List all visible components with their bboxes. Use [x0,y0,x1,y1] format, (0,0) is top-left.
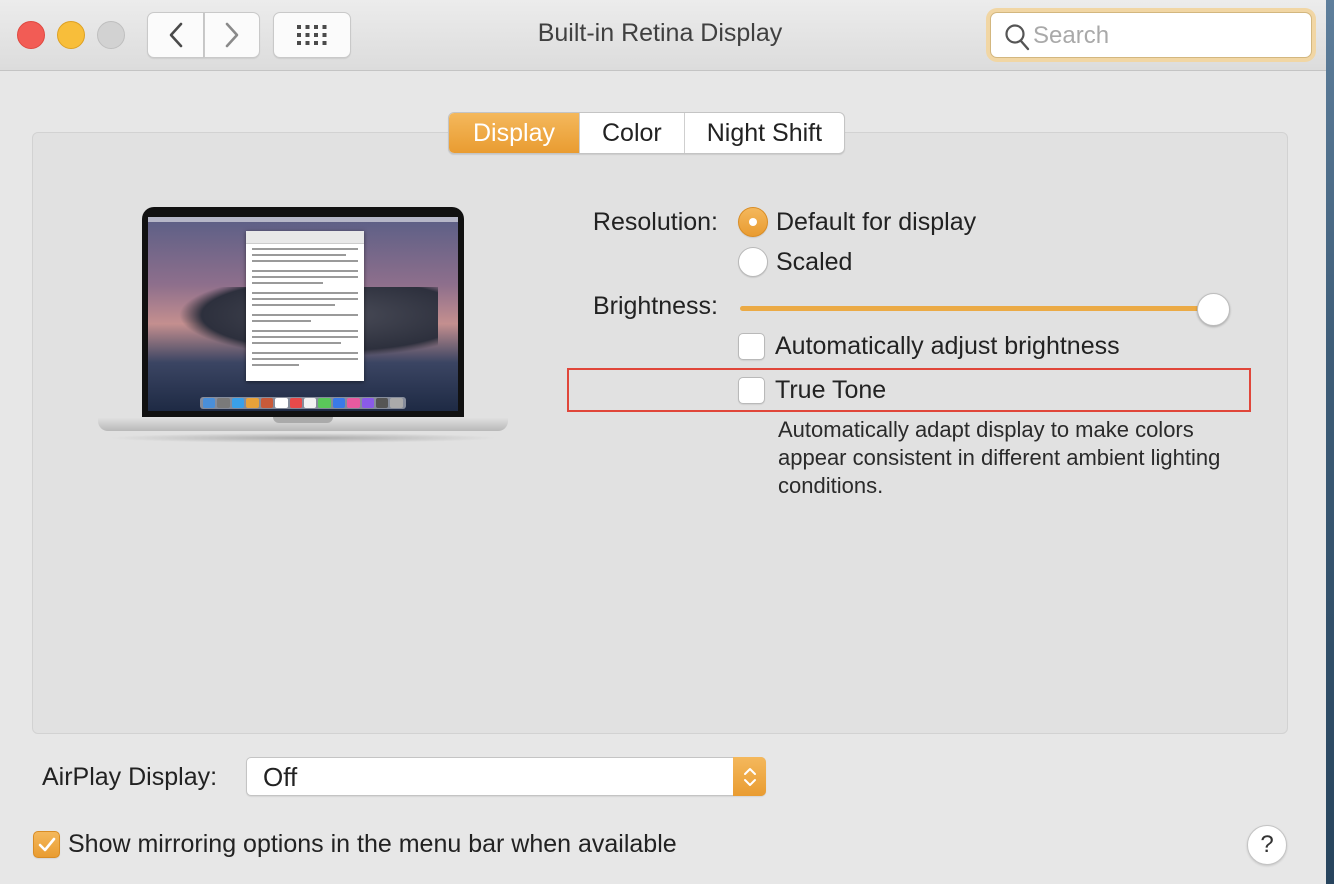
search-input[interactable] [1031,21,1305,51]
tab-display[interactable]: Display [449,113,580,153]
show-all-button[interactable] [273,12,351,58]
true-tone-highlight-box [567,368,1251,412]
zoom-window-button[interactable] [97,21,125,49]
true-tone-checkbox[interactable] [738,377,765,404]
resolution-default-label[interactable]: Default for display [776,208,976,237]
resolution-label: Resolution: [592,208,718,236]
brightness-slider[interactable] [740,306,1214,311]
window-title: Built-in Retina Display [537,19,783,47]
show-mirroring-checkbox[interactable] [33,831,60,858]
chevron-left-icon [169,22,182,48]
resolution-scaled-radio[interactable] [738,247,768,277]
auto-brightness-label[interactable]: Automatically adjust brightness [775,332,1120,361]
checkmark-icon [38,837,55,851]
brightness-slider-knob[interactable] [1197,293,1230,326]
forward-button[interactable] [204,12,260,58]
grid-icon [297,25,327,45]
chevron-right-icon [225,22,239,48]
true-tone-description: Automatically adapt display to make colo… [778,417,1221,498]
airplay-display-select[interactable]: Off [246,757,766,796]
tab-night-shift[interactable]: Night Shift [685,113,844,153]
title-bar: Built-in Retina Display [0,0,1326,71]
updown-arrows-icon [733,757,766,796]
true-tone-label[interactable]: True Tone [775,376,886,405]
airplay-display-value: Off [263,762,298,792]
tab-bar: Display Color Night Shift [448,112,846,154]
search-icon [1005,24,1030,51]
back-button[interactable] [147,12,204,58]
resolution-default-radio[interactable] [738,207,768,237]
brightness-label: Brightness: [592,292,718,320]
search-field[interactable] [986,8,1316,62]
tab-color[interactable]: Color [580,113,685,153]
desktop-background [1326,0,1334,884]
system-preferences-window: Built-in Retina Display Display Color Ni… [0,0,1326,884]
close-window-button[interactable] [17,21,45,49]
show-mirroring-label[interactable]: Show mirroring options in the menu bar w… [68,830,677,859]
minimize-window-button[interactable] [57,21,85,49]
help-button[interactable]: ? [1247,825,1287,865]
resolution-scaled-label[interactable]: Scaled [776,248,852,277]
auto-brightness-checkbox[interactable] [738,333,765,360]
airplay-display-label: AirPlay Display: [42,763,218,791]
laptop-preview-image [98,205,510,455]
